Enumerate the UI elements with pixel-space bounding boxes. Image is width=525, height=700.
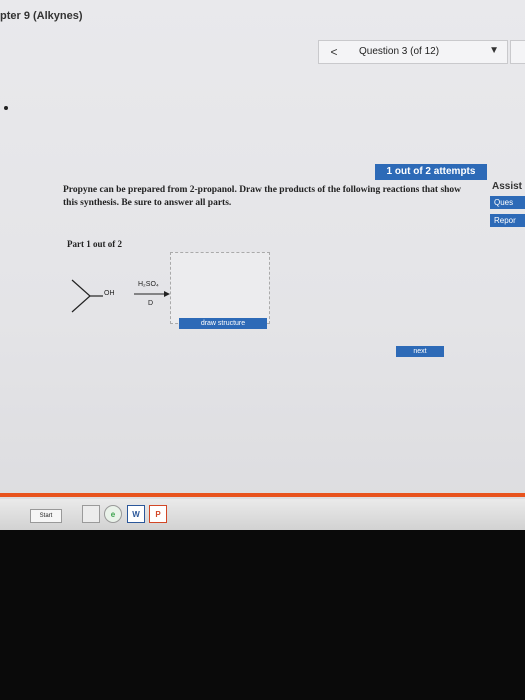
powerpoint-icon-letter: P [155,510,161,519]
chevron-down-icon[interactable]: ▼ [489,45,499,56]
question-navigator: < Question 3 (of 12) ▼ [318,40,508,64]
draw-structure-button[interactable]: draw structure [179,318,267,329]
footer-divider [0,493,525,497]
word-icon-letter: W [132,510,140,519]
question-text: Propyne can be prepared from 2-propanol.… [63,185,462,208]
browser-screen: pter 9 (Alkynes) < Question 3 (of 12) ▼ … [0,0,525,530]
question-selector-label[interactable]: Question 3 (of 12) [359,46,439,57]
question-help-button[interactable]: Ques [490,196,525,209]
powerpoint-app-icon[interactable]: P [149,505,167,523]
reagent-sulfuric-acid: H₂SO₄ [138,281,159,288]
word-app-icon[interactable]: W [127,505,145,523]
assistance-heading: Assist [492,181,523,192]
hydroxyl-label: OH [104,290,115,297]
dark-bezel [0,530,525,700]
next-question-button[interactable] [510,40,525,64]
next-button[interactable]: next [396,346,444,357]
2-propanol-skeletal-structure [71,279,103,313]
browser-icon[interactable]: e [104,505,122,523]
reaction-arrow-icon [134,291,170,297]
part-label: Part 1 out of 2 [67,239,122,249]
chevron-left-icon[interactable]: < [325,44,343,60]
isopropyl-bonds [71,279,91,313]
start-label: Start [39,513,53,519]
answer-drawing-area[interactable] [170,252,270,324]
attempts-badge: 1 out of 2 attempts [375,164,487,180]
bullet-dot [4,106,8,110]
reagent-heat: D [148,300,154,307]
chapter-title: pter 9 (Alkynes) [0,10,83,22]
report-problem-button[interactable]: Repor [490,214,525,227]
file-explorer-icon[interactable] [82,505,100,523]
start-button[interactable]: Start [30,509,62,523]
windows-taskbar: Start e W P [0,499,525,530]
